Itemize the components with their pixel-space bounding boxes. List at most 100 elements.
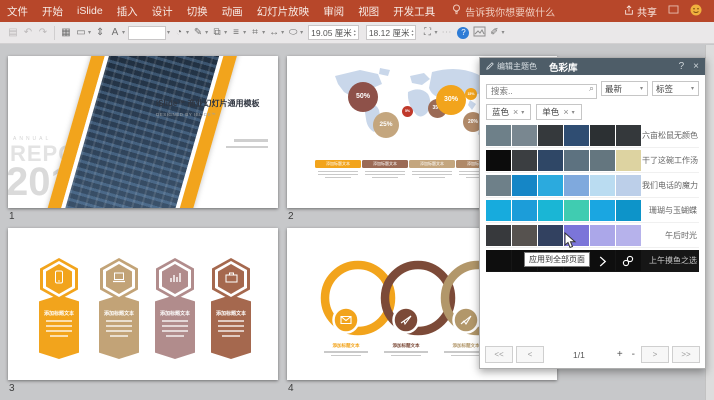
menu-tab-7[interactable]: 幻灯片放映 <box>250 0 317 22</box>
menu-tab-10[interactable]: 开发工具 <box>386 0 442 22</box>
zoom-out-button[interactable]: - <box>629 349 638 360</box>
font-size-combo[interactable] <box>128 26 166 40</box>
copy-format-icon[interactable]: ⧉ <box>210 22 224 44</box>
fill-color-icon[interactable]: ◔ <box>172 22 186 44</box>
color-swatch[interactable] <box>564 200 589 221</box>
color-swatch[interactable] <box>616 200 641 221</box>
filter-chip-mono[interactable]: 单色 × ▾ <box>536 104 581 120</box>
share-button[interactable]: 共享 <box>624 4 657 19</box>
dropdown-icon[interactable]: ▾ <box>501 29 504 36</box>
panel-help-button[interactable]: ? <box>679 61 685 72</box>
crop-icon[interactable]: ⛶ <box>420 22 434 44</box>
color-swatch[interactable] <box>538 150 563 171</box>
smiley-feedback-icon[interactable] <box>690 4 702 19</box>
color-swatch[interactable] <box>486 175 511 196</box>
palette-row[interactable]: 上午摸鱼之选 <box>486 250 699 272</box>
color-swatch[interactable] <box>538 200 563 221</box>
color-swatch[interactable] <box>486 150 511 171</box>
dropdown-icon[interactable]: ▾ <box>224 29 227 36</box>
chevron-down-icon[interactable]: ▾ <box>521 109 524 116</box>
menu-tab-4[interactable]: 设计 <box>145 0 180 22</box>
color-swatch[interactable] <box>538 225 563 246</box>
dropdown-icon[interactable]: ▾ <box>167 29 170 36</box>
dropdown-icon[interactable]: ▾ <box>300 29 303 36</box>
distribute-icon[interactable]: ↔ <box>267 22 281 44</box>
draw-pencil-icon[interactable]: ✐ <box>487 22 501 44</box>
color-swatch[interactable] <box>512 175 537 196</box>
shape-icon[interactable]: ⬭ <box>286 22 300 44</box>
color-swatch[interactable] <box>512 150 537 171</box>
color-swatch[interactable] <box>616 175 641 196</box>
color-swatch[interactable] <box>590 225 615 246</box>
edit-theme-button[interactable]: 编辑主题色 <box>486 61 537 72</box>
tag-dropdown[interactable]: 标签 ▾ <box>652 81 699 96</box>
palette-row[interactable]: 干了这碗工作汤 <box>486 150 699 173</box>
last-page-button[interactable]: >> <box>672 346 700 363</box>
palette-row[interactable]: 六亩松鼠无颜色 <box>486 125 699 148</box>
chip-close-icon[interactable]: × <box>513 107 518 117</box>
menu-tab-9[interactable]: 视图 <box>351 0 386 22</box>
search-input[interactable] <box>486 84 597 99</box>
prev-page-button[interactable]: < <box>516 346 544 363</box>
spacing-icon[interactable]: ⇕ <box>93 22 107 44</box>
color-swatch[interactable] <box>590 200 615 221</box>
color-swatch[interactable] <box>486 250 511 271</box>
palette-row[interactable]: 我们电话的魔力 <box>486 175 699 198</box>
color-swatch[interactable] <box>616 150 641 171</box>
first-page-button[interactable]: << <box>485 346 513 363</box>
palette-row[interactable]: 珊瑚与玉蝴蝶 <box>486 200 699 223</box>
tell-me-search[interactable]: 告诉我你想要做什么 <box>452 4 555 19</box>
color-swatch[interactable] <box>486 125 511 146</box>
picture-icon[interactable] <box>473 26 486 40</box>
color-swatch[interactable] <box>590 150 615 171</box>
dropdown-icon[interactable]: ▾ <box>186 29 189 36</box>
sort-dropdown[interactable]: 最新 ▾ <box>601 81 648 96</box>
color-swatch[interactable] <box>616 225 641 246</box>
chevron-down-icon[interactable]: ▾ <box>572 109 575 116</box>
dropdown-icon[interactable]: ▾ <box>243 29 246 36</box>
flag-icon[interactable] <box>668 5 679 17</box>
dropdown-icon[interactable]: ▾ <box>205 29 208 36</box>
layout-icon[interactable]: ▭ <box>74 22 88 44</box>
height-field[interactable]: 18.12 厘米 ▴▾ <box>366 25 417 40</box>
color-swatch[interactable] <box>512 225 537 246</box>
color-swatch[interactable] <box>486 225 511 246</box>
panel-header[interactable]: 编辑主题色 色彩库 ? × <box>480 58 705 75</box>
menu-tab-3[interactable]: 插入 <box>110 0 145 22</box>
palette-row[interactable]: 午后时光 <box>486 225 699 248</box>
color-swatch[interactable] <box>564 125 589 146</box>
font-color-icon[interactable]: A <box>108 22 122 44</box>
menu-tab-0[interactable]: 文件 <box>0 0 35 22</box>
filter-chip-color[interactable]: 蓝色 × ▾ <box>486 104 531 120</box>
dropdown-icon[interactable]: ▾ <box>262 29 265 36</box>
menu-tab-1[interactable]: 开始 <box>35 0 70 22</box>
color-swatch[interactable] <box>590 125 615 146</box>
next-colors-icon[interactable] <box>594 253 610 269</box>
new-slide-icon[interactable]: ▦ <box>59 22 73 44</box>
color-swatch[interactable] <box>512 125 537 146</box>
color-swatch[interactable] <box>486 200 511 221</box>
color-swatch[interactable] <box>512 200 537 221</box>
menu-tab-5[interactable]: 切换 <box>180 0 215 22</box>
grid-icon[interactable]: ⌗ <box>248 22 262 44</box>
panel-close-button[interactable]: × <box>693 61 699 72</box>
link-icon[interactable] <box>620 253 636 269</box>
color-swatch[interactable] <box>616 125 641 146</box>
help-icon[interactable]: ? <box>457 27 469 39</box>
next-page-button[interactable]: > <box>641 346 669 363</box>
menu-tab-8[interactable]: 审阅 <box>316 0 351 22</box>
width-field[interactable]: 19.05 厘米 ▴▾ <box>308 25 359 40</box>
height-stepper[interactable]: ▴▾ <box>411 29 413 37</box>
dropdown-icon[interactable]: ▾ <box>281 29 284 36</box>
color-swatch[interactable] <box>564 175 589 196</box>
zoom-in-button[interactable]: + <box>614 349 626 360</box>
color-swatch[interactable] <box>590 175 615 196</box>
outline-pen-icon[interactable]: ✎ <box>191 22 205 44</box>
color-swatch[interactable] <box>564 150 589 171</box>
chip-close-icon[interactable]: × <box>563 107 568 117</box>
menu-tab-2[interactable]: iSlide <box>70 0 110 22</box>
scrollbar-strip[interactable] <box>705 45 714 400</box>
width-stepper[interactable]: ▴▾ <box>354 29 356 37</box>
search-box[interactable]: ⌕ <box>486 81 597 99</box>
menu-tab-6[interactable]: 动画 <box>215 0 250 22</box>
